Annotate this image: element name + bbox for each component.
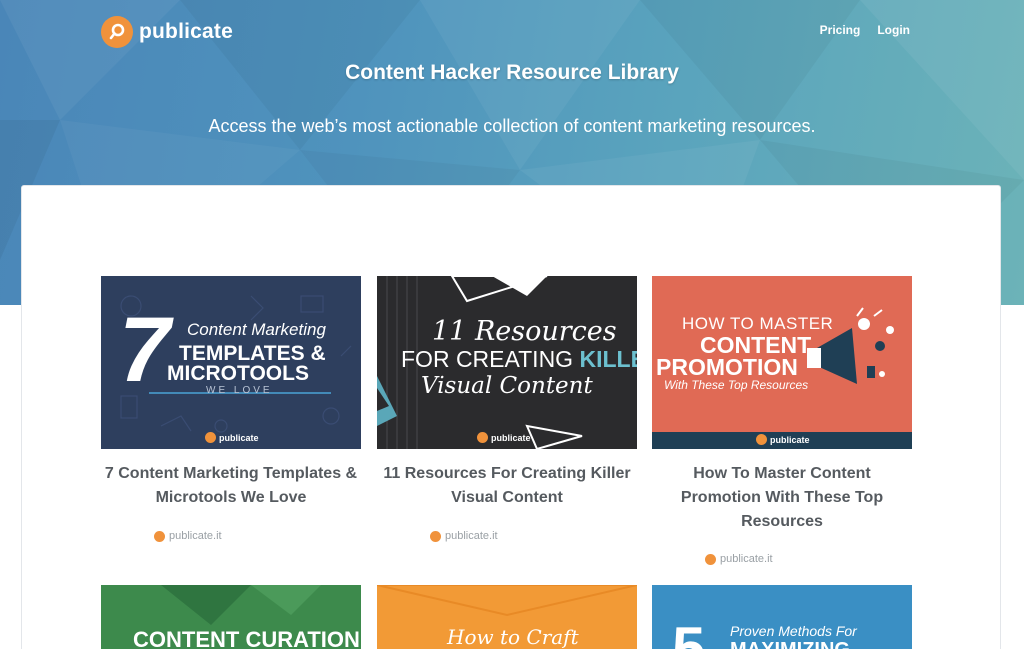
resource-card-thumbnail[interactable]: 5 Proven Methods For MAXIMIZING xyxy=(652,585,912,649)
resource-card-thumbnail[interactable]: CONTENT CURATION xyxy=(101,585,361,649)
card-image-line: WE LOVE xyxy=(206,385,273,396)
card-image-line: Proven Methods For xyxy=(730,623,857,639)
card-image-line: Visual Content xyxy=(421,373,593,399)
card-image-number: 5 xyxy=(672,615,706,649)
card-thumbnail[interactable]: HOW TO MASTER CONTENT PROMOTION With The… xyxy=(652,276,912,449)
publicate-icon xyxy=(705,553,716,565)
nav-login-link[interactable]: Login xyxy=(877,23,910,37)
card-image-brand-text: publicate xyxy=(770,434,810,445)
card-thumbnail[interactable]: 7 Content Marketing TEMPLATES & MICROTOO… xyxy=(101,276,361,449)
card-source-text: publicate.it xyxy=(169,530,222,542)
card-image-line-part: FOR CREATING xyxy=(401,346,580,372)
card-source[interactable]: publicate.it xyxy=(430,530,498,542)
card-image-brand-text: publicate xyxy=(491,432,531,443)
card-source[interactable]: publicate.it xyxy=(705,553,773,565)
card-image-highlight: KILLER xyxy=(579,346,637,372)
card-source[interactable]: publicate.it xyxy=(154,530,222,542)
card-image-line: MICROTOOLS xyxy=(167,362,309,385)
publicate-icon xyxy=(205,432,216,443)
card-image-brand-text: publicate xyxy=(219,432,259,443)
logo-text: publicate xyxy=(139,20,233,43)
card-image-line: HOW TO MASTER xyxy=(682,314,834,333)
card-source-text: publicate.it xyxy=(445,530,498,542)
page-subtitle: Access the web’s most actionable collect… xyxy=(208,116,816,136)
card-image-line: MAXIMIZING xyxy=(730,639,850,649)
card-image-line: 11 Resources xyxy=(432,316,617,347)
card-image-line: Content Marketing xyxy=(187,320,326,339)
top-nav: Pricing Login xyxy=(820,23,910,37)
card-source-text: publicate.it xyxy=(720,553,773,565)
card-image-number: 7 xyxy=(119,299,171,401)
card-image-line: How to Craft xyxy=(447,625,579,649)
resource-card[interactable]: 11 Resources FOR CREATING KILLER Visual … xyxy=(377,276,637,510)
publicate-icon xyxy=(430,530,441,542)
publicate-logo-icon xyxy=(101,16,133,48)
card-image-line: PROMOTION xyxy=(656,354,798,380)
card-image-brand: publicate xyxy=(205,432,259,443)
nav-pricing-link[interactable]: Pricing xyxy=(820,23,861,37)
card-title[interactable]: 11 Resources For Creating Killer Visual … xyxy=(377,462,637,510)
card-title[interactable]: How To Master Content Promotion With The… xyxy=(652,462,912,534)
publicate-icon xyxy=(756,434,767,445)
resource-card[interactable]: HOW TO MASTER CONTENT PROMOTION With The… xyxy=(652,276,912,534)
publicate-icon xyxy=(477,432,488,443)
resource-card-thumbnail[interactable]: How to Craft xyxy=(377,585,637,649)
card-title[interactable]: 7 Content Marketing Templates & Microtoo… xyxy=(101,462,361,510)
page-title: Content Hacker Resource Library xyxy=(345,61,679,84)
publicate-logo[interactable]: publicate xyxy=(101,16,233,48)
card-image-line: With These Top Resources xyxy=(664,378,809,392)
card-thumbnail[interactable]: 11 Resources FOR CREATING KILLER Visual … xyxy=(377,276,637,449)
publicate-icon xyxy=(154,530,165,542)
resource-card[interactable]: 7 Content Marketing TEMPLATES & MICROTOO… xyxy=(101,276,361,510)
card-image-line: CONTENT CURATION xyxy=(133,627,360,649)
card-image-brand: publicate xyxy=(477,432,531,443)
card-image-line: FOR CREATING KILLER xyxy=(401,346,637,373)
card-image-brand: publicate xyxy=(756,434,810,445)
